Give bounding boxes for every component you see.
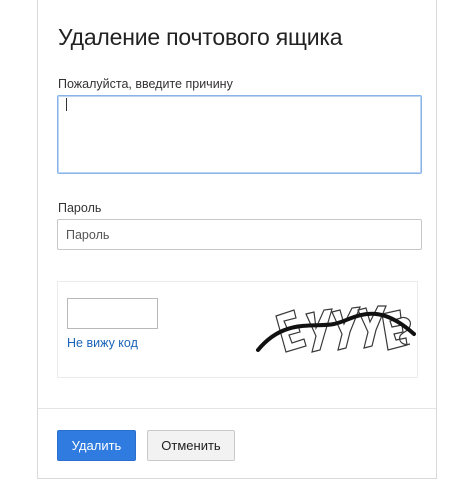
delete-button[interactable]: Удалить — [57, 430, 136, 461]
captcha-image — [256, 305, 416, 353]
password-input[interactable] — [57, 219, 422, 250]
reason-textarea[interactable] — [57, 95, 422, 174]
text-caret — [66, 98, 67, 111]
cancel-button[interactable]: Отменить — [147, 430, 235, 461]
reason-label: Пожалуйста, введите причину — [58, 77, 233, 91]
captcha-panel: Не вижу код — [57, 281, 418, 378]
footer-divider — [38, 408, 436, 409]
cant-see-code-link[interactable]: Не вижу код — [67, 336, 138, 350]
page-title: Удаление почтового ящика — [58, 24, 343, 50]
delete-mailbox-dialog: Удаление почтового ящика Пожалуйста, вве… — [37, 0, 437, 479]
password-label: Пароль — [58, 201, 102, 215]
captcha-input[interactable] — [67, 298, 158, 329]
